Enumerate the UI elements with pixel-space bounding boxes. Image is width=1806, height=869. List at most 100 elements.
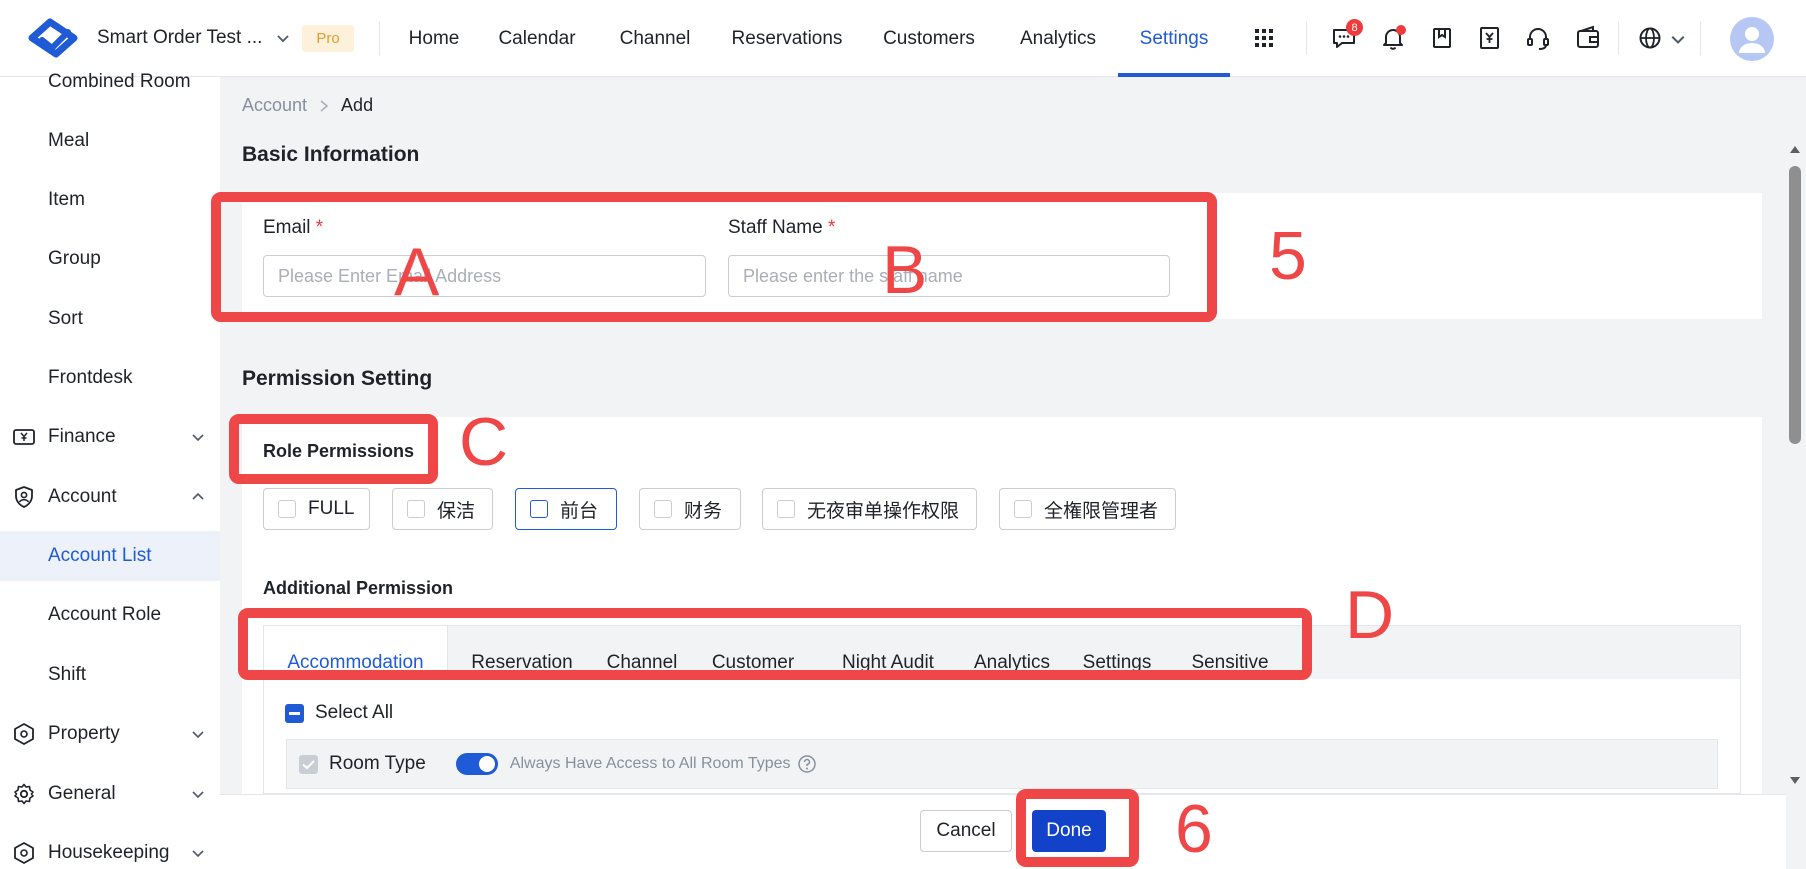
sidebar-group-property[interactable]: Property — [0, 709, 220, 759]
role-label: FULL — [308, 498, 355, 519]
checkbox[interactable] — [530, 500, 548, 518]
annotation-label-d: D — [1345, 577, 1395, 653]
plan-badge: Pro — [302, 25, 354, 52]
role-label: 财务 — [684, 500, 723, 522]
sidebar-group-label: Account — [48, 486, 117, 507]
sidebar-group-finance[interactable]: Finance — [0, 412, 220, 462]
checkbox[interactable] — [407, 500, 425, 518]
annotation-box-d — [238, 608, 1312, 680]
chevron-up-icon — [192, 492, 204, 500]
checkbox[interactable] — [654, 500, 672, 518]
scrollbar-thumb[interactable] — [1789, 166, 1801, 444]
chevron-right-icon — [320, 99, 329, 112]
annotation-box-5 — [211, 192, 1217, 322]
additional-permission-title: Additional Permission — [263, 578, 454, 598]
nav-analytics[interactable]: Analytics — [1010, 0, 1106, 77]
checkbox[interactable] — [278, 500, 296, 518]
sidebar-group-label: Finance — [48, 426, 116, 447]
message-count-badge: 8 — [1346, 19, 1363, 36]
sidebar-group-general[interactable]: General — [0, 769, 220, 819]
room-type-checkbox — [299, 754, 318, 774]
finance-icon — [13, 429, 35, 445]
indeterminate-checkbox[interactable] — [285, 703, 304, 723]
invoice-icon[interactable] — [1476, 24, 1504, 52]
checkbox[interactable] — [1014, 500, 1032, 518]
sidebar-item-sort[interactable]: Sort — [0, 294, 220, 344]
hotel-selector[interactable]: Smart Order Test ... — [97, 27, 290, 49]
room-type-access-toggle[interactable] — [455, 753, 498, 775]
chevron-down-icon — [192, 850, 204, 858]
app-logo-icon[interactable] — [28, 18, 78, 58]
role-label: 全権限管理者 — [1044, 500, 1159, 522]
sidebar-group-label: Property — [48, 723, 120, 744]
breadcrumb: Account Add — [242, 95, 373, 116]
breadcrumb-current: Add — [341, 95, 374, 115]
permission-setting-title: Permission Setting — [242, 367, 433, 390]
nav-reservations[interactable]: Reservations — [724, 0, 850, 77]
hotel-name: Smart Order Test ... — [97, 27, 263, 48]
role-option-full-admin[interactable]: 全権限管理者 — [999, 488, 1176, 530]
sidebar-item-meal[interactable]: Meal — [0, 116, 220, 166]
role-label: 无夜审单操作权限 — [807, 500, 960, 522]
divider — [1306, 22, 1307, 55]
nav-settings[interactable]: Settings — [1118, 0, 1230, 77]
sidebar-item-frontdesk[interactable]: Frontdesk — [0, 353, 220, 403]
sidebar-group-housekeeping[interactable]: Housekeeping — [0, 828, 220, 869]
sidebar-item-shift[interactable]: Shift — [0, 650, 220, 700]
nav-customers[interactable]: Customers — [873, 0, 985, 77]
sidebar-group-account[interactable]: Account — [0, 472, 220, 522]
select-all-checkbox[interactable]: Select All — [285, 702, 393, 724]
annotation-label-a: A — [394, 234, 440, 310]
annotation-box-6 — [1016, 789, 1139, 867]
role-label: 前台 — [560, 500, 599, 522]
room-type-label: Room Type — [329, 753, 426, 774]
annotation-label-b: B — [882, 232, 928, 308]
chevron-down-icon — [192, 731, 204, 739]
basic-information-title: Basic Information — [242, 143, 420, 166]
top-navigation-bar: Smart Order Test ... Pro Home Calendar C… — [0, 0, 1806, 77]
role-option-no-night-audit[interactable]: 无夜审单操作权限 — [762, 488, 977, 530]
scroll-down-arrow-icon[interactable] — [1789, 776, 1801, 786]
wallet-icon[interactable] — [1574, 24, 1602, 52]
globe-icon[interactable] — [1636, 24, 1664, 52]
sidebar-item-account-role[interactable]: Account Role — [0, 590, 220, 640]
divider — [1618, 22, 1619, 55]
check-icon — [302, 759, 315, 769]
sidebar-item-group[interactable]: Group — [0, 234, 220, 284]
divider — [1700, 22, 1701, 55]
role-option-finance[interactable]: 财务 — [639, 488, 741, 530]
select-all-label: Select All — [315, 702, 394, 723]
notification-dot — [1396, 25, 1406, 35]
role-option-full[interactable]: FULL — [263, 488, 370, 530]
sidebar-group-label: General — [48, 783, 116, 804]
sidebar-item-item[interactable]: Item — [0, 175, 220, 225]
breadcrumb-account-link[interactable]: Account — [242, 95, 307, 116]
chevron-down-icon — [277, 35, 290, 43]
chevron-down-icon — [192, 434, 204, 442]
chevron-down-icon — [192, 791, 204, 799]
scroll-up-arrow-icon[interactable] — [1789, 144, 1801, 154]
property-icon — [14, 723, 34, 745]
annotation-label-c: C — [459, 404, 509, 480]
role-option-cleaning[interactable]: 保洁 — [392, 488, 493, 530]
nav-channel[interactable]: Channel — [610, 0, 700, 77]
headset-icon[interactable] — [1524, 24, 1552, 52]
apps-grid-icon[interactable] — [1250, 24, 1278, 52]
nav-calendar[interactable]: Calendar — [489, 0, 585, 77]
annotation-label-6: 6 — [1175, 791, 1213, 867]
role-option-front-desk[interactable]: 前台 — [515, 488, 617, 530]
room-type-hint: Always Have Access to All Room Types — [509, 755, 791, 772]
sidebar-item-combined-room[interactable]: Combined Room — [0, 57, 220, 107]
checkbox[interactable] — [777, 500, 795, 518]
user-icon — [1739, 27, 1765, 53]
cancel-button[interactable]: Cancel — [920, 810, 1012, 852]
annotation-label-5: 5 — [1269, 218, 1307, 294]
nav-home[interactable]: Home — [395, 0, 473, 77]
question-icon[interactable] — [797, 754, 817, 774]
sidebar-item-account-list[interactable]: Account List — [0, 531, 220, 581]
divider — [379, 22, 380, 55]
user-avatar[interactable] — [1730, 17, 1774, 61]
bookmark-icon[interactable] — [1428, 24, 1456, 52]
chevron-down-icon[interactable] — [1670, 31, 1686, 47]
role-label: 保洁 — [437, 500, 476, 522]
